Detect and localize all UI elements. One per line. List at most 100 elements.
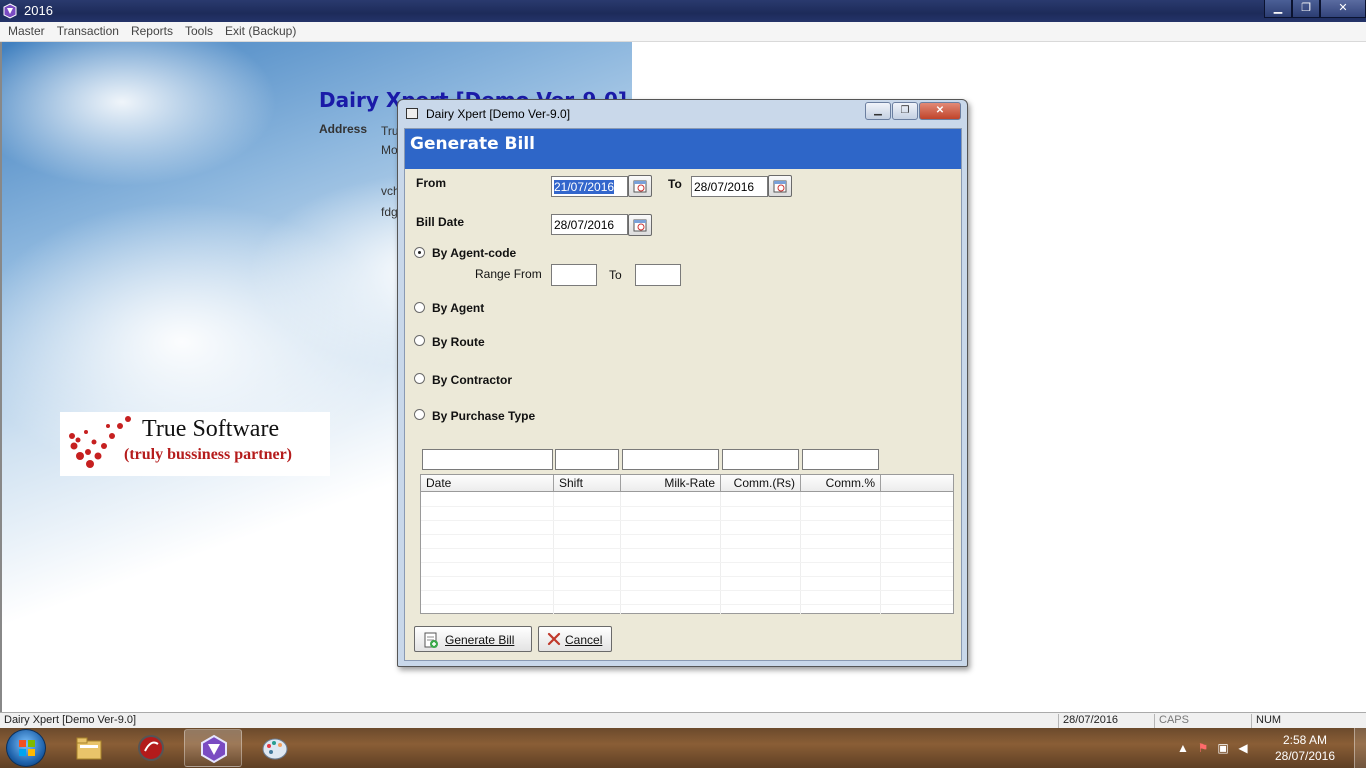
grid-row-line xyxy=(421,590,953,591)
address-label: Address xyxy=(319,122,368,136)
logo-subtitle: (truly bussiness partner) xyxy=(124,446,293,463)
bill-date-field[interactable]: 28/07/2016 xyxy=(551,214,628,235)
radio-by-agent-code[interactable] xyxy=(414,247,425,258)
radio-by-agent-code-label[interactable]: By Agent-code xyxy=(432,246,516,260)
grid-entry-date[interactable] xyxy=(422,449,553,470)
close-button[interactable]: ✕ xyxy=(1320,0,1366,18)
app-logo-icon xyxy=(3,3,17,19)
taskbar: ▲ ⚑ ▣ ◀ 2:58 AM 28/07/2016 xyxy=(0,728,1366,768)
menu-bar: Master Transaction Reports Tools Exit (B… xyxy=(0,22,1366,42)
grid-row-line xyxy=(421,576,953,577)
range-from-label: Range From xyxy=(475,267,542,281)
grid-col-shift[interactable]: Shift xyxy=(554,475,621,491)
restore-button[interactable]: ❐ xyxy=(1292,0,1320,18)
dialog-maximize-button[interactable]: ❐ xyxy=(892,102,918,120)
dairy-xpert-icon xyxy=(201,734,227,764)
show-desktop-button[interactable] xyxy=(1354,728,1366,768)
grid-row-line xyxy=(421,548,953,549)
logo-title: True Software xyxy=(142,416,280,442)
volume-icon[interactable]: ◀ xyxy=(1236,741,1250,755)
from-date-field[interactable]: 21/07/2016 xyxy=(551,176,628,197)
window-controls: ▁ ❐ ✕ xyxy=(1264,0,1366,18)
tray-expand-icon[interactable]: ▲ xyxy=(1176,741,1190,755)
grid-entry-milk-rate[interactable] xyxy=(622,449,719,470)
address-line-2: Mo xyxy=(381,143,398,157)
paint-palette-icon xyxy=(262,738,288,760)
menu-transaction[interactable]: Transaction xyxy=(51,22,125,41)
menu-reports[interactable]: Reports xyxy=(125,22,179,41)
taskbar-dairy-xpert[interactable] xyxy=(184,729,242,767)
clock-time: 2:58 AM xyxy=(1282,733,1328,747)
radio-by-purchase-type-label[interactable]: By Purchase Type xyxy=(432,409,535,423)
dialog-minimize-button[interactable]: ▁ xyxy=(865,102,891,120)
app-title: 2016 xyxy=(24,3,53,18)
clock-date: 28/07/2016 xyxy=(1274,749,1336,763)
start-button[interactable] xyxy=(6,729,46,767)
folder-icon xyxy=(76,737,102,760)
to-label: To xyxy=(668,177,682,191)
grid-col-comm-rs[interactable]: Comm.(Rs) xyxy=(721,475,801,491)
address-line-1: Tru xyxy=(381,124,399,138)
grid-entry-comm-rs[interactable] xyxy=(722,449,799,470)
bill-date-calendar-button[interactable] xyxy=(628,214,652,236)
grid-header: Date Shift Milk-Rate Comm.(Rs) Comm.% xyxy=(421,475,953,492)
address-line-4: fdg xyxy=(381,205,398,219)
from-calendar-button[interactable] xyxy=(628,175,652,197)
security-app-icon xyxy=(138,735,164,761)
radio-by-contractor[interactable] xyxy=(414,373,425,384)
grid-entry-comm-pct[interactable] xyxy=(802,449,879,470)
calendar-icon xyxy=(633,180,647,193)
radio-by-route[interactable] xyxy=(414,335,425,346)
grid-col-comm-pct[interactable]: Comm.% xyxy=(801,475,881,491)
generate-bill-label: Generate Bill xyxy=(445,633,515,647)
windows-logo-icon xyxy=(19,740,35,756)
radio-by-purchase-type[interactable] xyxy=(414,409,425,420)
taskbar-security-app[interactable] xyxy=(122,729,180,767)
taskbar-explorer[interactable] xyxy=(60,729,118,767)
dialog-window-controls: ▁ ❐ ✕ xyxy=(864,102,961,120)
network-icon[interactable]: ▣ xyxy=(1216,741,1230,755)
grid-col-line xyxy=(720,492,721,614)
range-from-input[interactable] xyxy=(551,264,597,286)
minimize-button[interactable]: ▁ xyxy=(1264,0,1292,18)
generate-bill-button[interactable]: Generate Bill xyxy=(414,626,532,652)
from-label: From xyxy=(416,176,446,190)
grid-row-line xyxy=(421,534,953,535)
menu-exit-backup[interactable]: Exit (Backup) xyxy=(219,22,302,41)
to-calendar-button[interactable] xyxy=(768,175,792,197)
taskbar-paint[interactable] xyxy=(246,729,304,767)
from-date-value: 21/07/2016 xyxy=(554,180,615,194)
action-center-flag-icon[interactable]: ⚑ xyxy=(1196,741,1210,755)
logo-check-icon xyxy=(69,416,131,468)
dialog-titlebar[interactable]: Dairy Xpert [Demo Ver-9.0] ▁ ❐ ✕ xyxy=(398,100,967,128)
grid-col-date[interactable]: Date xyxy=(421,475,554,491)
dialog-header-title: Generate Bill xyxy=(410,134,535,154)
radio-by-agent[interactable] xyxy=(414,302,425,313)
taskbar-clock[interactable]: 2:58 AM 28/07/2016 xyxy=(1270,732,1340,764)
grid-row-line xyxy=(421,520,953,521)
cancel-button[interactable]: Cancel xyxy=(538,626,612,652)
calendar-icon xyxy=(633,219,647,232)
bill-rates-grid[interactable]: Date Shift Milk-Rate Comm.(Rs) Comm.% xyxy=(420,474,954,614)
status-num: NUM xyxy=(1251,714,1347,728)
radio-by-contractor-label[interactable]: By Contractor xyxy=(432,373,512,387)
generate-bill-icon xyxy=(424,632,438,648)
generate-bill-dialog: Dairy Xpert [Demo Ver-9.0] ▁ ❐ ✕ Generat… xyxy=(397,99,968,667)
dialog-close-button[interactable]: ✕ xyxy=(919,102,961,120)
grid-row-line xyxy=(421,506,953,507)
dialog-header-band: Generate Bill xyxy=(405,129,961,169)
status-caps: CAPS xyxy=(1154,714,1250,728)
grid-col-line xyxy=(800,492,801,614)
grid-row-line xyxy=(421,604,953,605)
menu-tools[interactable]: Tools xyxy=(179,22,219,41)
grid-col-milk-rate[interactable]: Milk-Rate xyxy=(621,475,721,491)
status-bar: Dairy Xpert [Demo Ver-9.0] 28/07/2016 CA… xyxy=(0,712,1366,728)
calendar-icon xyxy=(773,180,787,193)
to-date-field[interactable]: 28/07/2016 xyxy=(691,176,768,197)
radio-by-agent-label[interactable]: By Agent xyxy=(432,301,484,315)
range-to-input[interactable] xyxy=(635,264,681,286)
menu-master[interactable]: Master xyxy=(2,22,51,41)
grid-entry-shift[interactable] xyxy=(555,449,619,470)
radio-by-route-label[interactable]: By Route xyxy=(432,335,485,349)
dialog-window-icon xyxy=(406,108,418,119)
